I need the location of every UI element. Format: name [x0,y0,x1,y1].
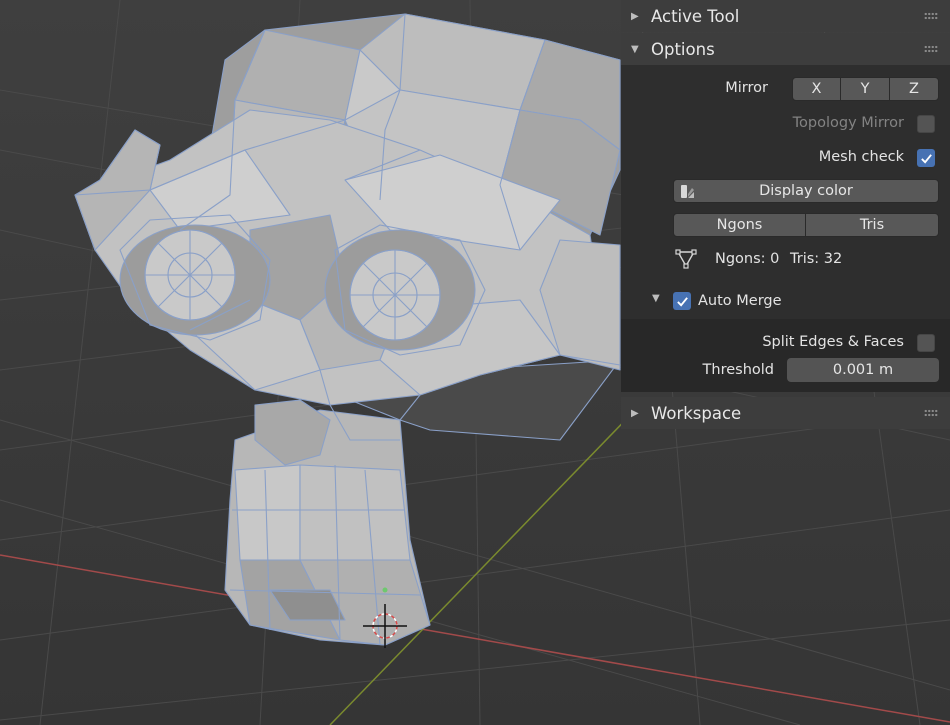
ngons-count: Ngons: 0 [715,251,780,267]
drag-grip-icon[interactable] [924,12,938,20]
mirror-z-button[interactable]: Z [889,77,939,101]
options-panel-body: Mirror X Y Z Topology Mirror Mesh check … [621,65,950,392]
mesh-check-label: Mesh check [818,149,904,165]
topology-mirror-checkbox[interactable] [917,115,935,133]
split-edges-checkbox[interactable] [917,334,935,352]
threshold-field[interactable]: 0.001 m [787,358,939,382]
auto-merge-body: Split Edges & Faces Threshold 0.001 m [621,319,950,392]
subpanel-header-auto-merge[interactable]: ▼ Auto Merge [621,283,950,319]
mirror-label: Mirror [725,80,768,96]
vertex-triangle-icon [675,249,697,269]
tris-count: Tris: 32 [790,251,843,267]
drag-grip-icon[interactable] [924,409,938,417]
mirror-y-button[interactable]: Y [840,77,890,101]
triangle-down-icon: ▼ [631,43,639,55]
checkmark-icon [676,296,688,307]
panel-title: Active Tool [651,6,740,26]
drag-grip-icon[interactable] [924,45,938,53]
mesh-check-checkbox[interactable] [917,149,935,167]
triangle-down-icon: ▼ [652,293,660,304]
mirror-x-button[interactable]: X [792,77,841,101]
threshold-label: Threshold [702,362,774,378]
triangle-right-icon: ▶ [631,10,639,22]
triangle-right-icon: ▶ [631,407,639,419]
tris-button[interactable]: Tris [805,213,939,237]
auto-merge-checkbox[interactable] [673,292,691,310]
display-color-button[interactable]: Display color [673,179,939,203]
display-color-icon [681,185,694,198]
auto-merge-label: Auto Merge [698,293,782,309]
checkmark-icon [920,153,932,164]
display-color-label: Display color [759,183,853,199]
panel-title: Workspace [651,403,742,423]
ngons-button[interactable]: Ngons [673,213,806,237]
sidebar-panel: ▶ Active Tool ▼ Options Mirror X Y Z Top… [621,0,950,430]
panel-header-options[interactable]: ▼ Options [621,33,950,65]
topology-mirror-label: Topology Mirror [792,115,904,131]
split-edges-label: Split Edges & Faces [762,334,904,350]
panel-header-active-tool[interactable]: ▶ Active Tool [621,0,950,32]
panel-title: Options [651,39,715,59]
origin-point [382,587,388,593]
panel-header-workspace[interactable]: ▶ Workspace [621,397,950,429]
